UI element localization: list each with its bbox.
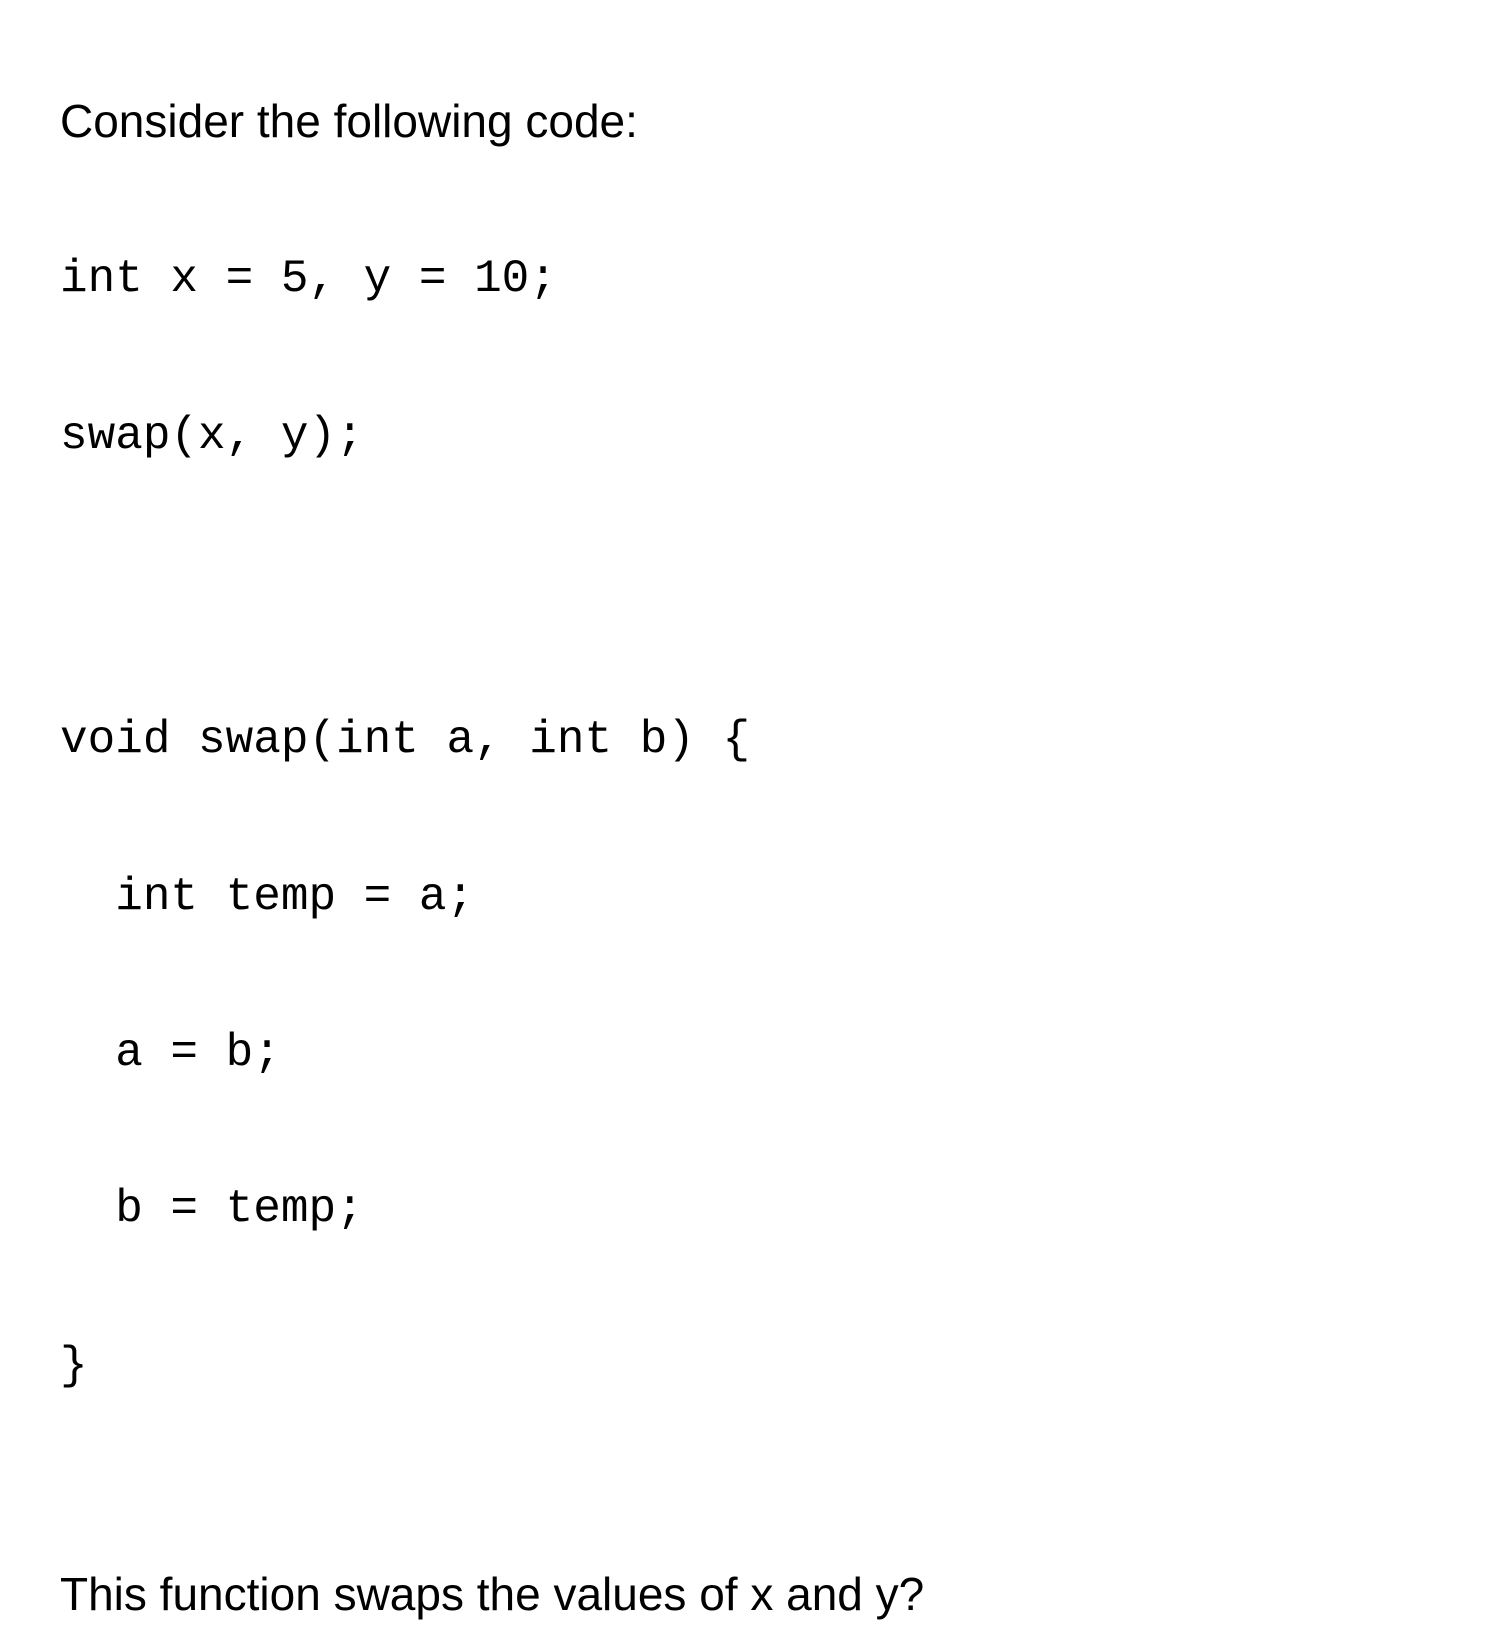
question-text: This function swaps the values of x and … [60, 1563, 1440, 1625]
code-line: int x = 5, y = 10; [60, 240, 1440, 318]
code-block-2: void swap(int a, int b) { int temp = a; … [60, 623, 1440, 1483]
code-line: } [60, 1327, 1440, 1405]
code-line: int temp = a; [60, 858, 1440, 936]
code-block-1: int x = 5, y = 10; swap(x, y); [60, 162, 1440, 553]
code-line: b = temp; [60, 1170, 1440, 1248]
code-line: a = b; [60, 1014, 1440, 1092]
code-line: swap(x, y); [60, 397, 1440, 475]
code-line: void swap(int a, int b) { [60, 701, 1440, 779]
intro-text: Consider the following code: [60, 90, 1440, 152]
